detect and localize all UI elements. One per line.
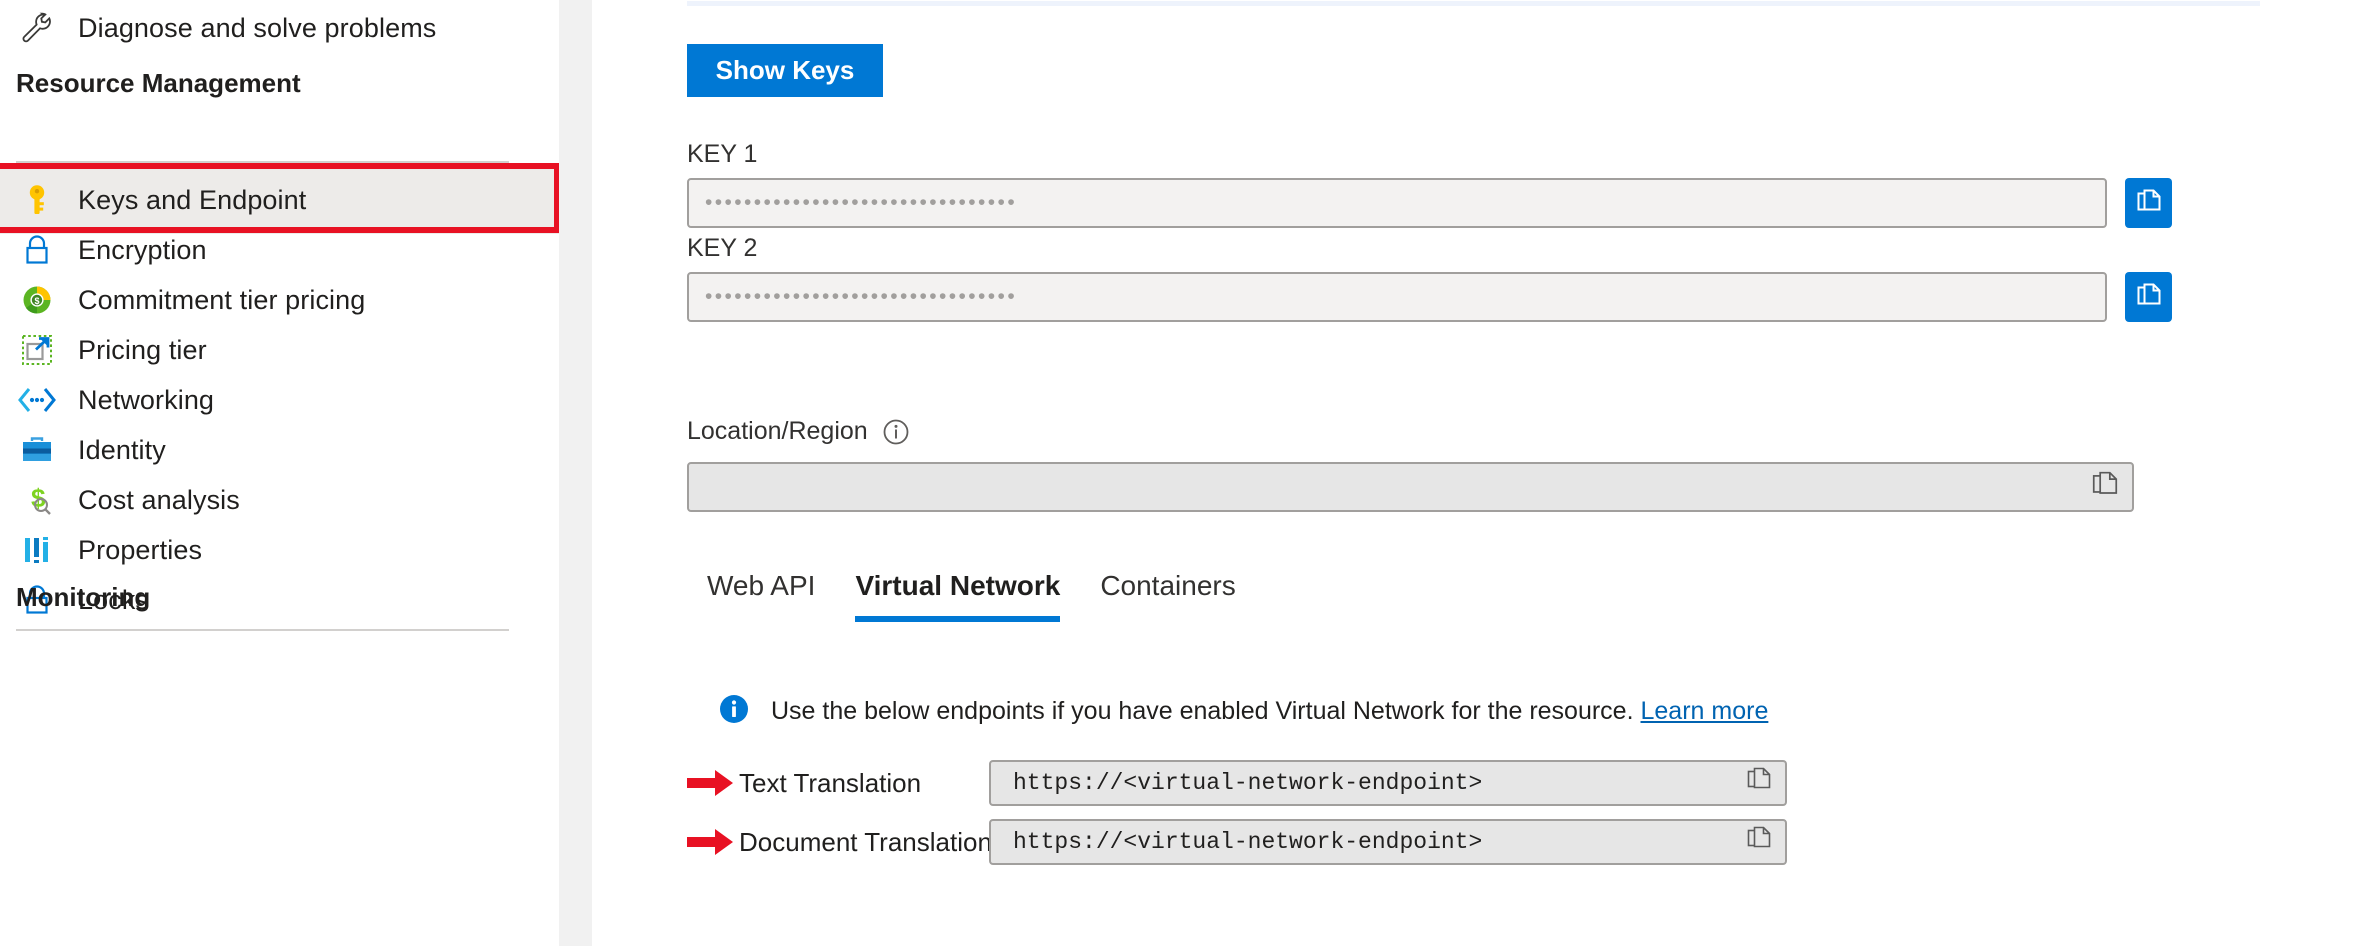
- sidebar-scrollbar-track[interactable]: [559, 0, 592, 946]
- sidebar-divider-bottom: [16, 629, 509, 631]
- location-region-label: Location/Region: [687, 417, 868, 446]
- sidebar-item-label: Identity: [78, 435, 166, 466]
- key1-input[interactable]: ••••••••••••••••••••••••••••••••: [687, 178, 2107, 228]
- sidebar-item-label: Networking: [78, 385, 214, 416]
- endpoint-value: https://<virtual-network-endpoint>: [1013, 770, 1482, 796]
- key1-copy-button[interactable]: [2125, 178, 2172, 228]
- keys-and-endpoint-panel: Show Keys KEY 1 ••••••••••••••••••••••••…: [592, 0, 2359, 946]
- networking-icon: [14, 386, 60, 414]
- sidebar-item-label: Commitment tier pricing: [78, 285, 365, 316]
- wrench-icon: [14, 10, 60, 46]
- document-translation-endpoint-input[interactable]: https://<virtual-network-endpoint>: [989, 819, 1787, 865]
- properties-icon: [14, 534, 60, 566]
- endpoint-tabs: Web API Virtual Network Containers: [687, 570, 1256, 622]
- show-keys-button[interactable]: Show Keys: [687, 44, 883, 97]
- sidebar-item-label: Cost analysis: [78, 485, 240, 516]
- pricing-tier-icon: [14, 333, 60, 367]
- sidebar-section-monitoring: Monitoring: [16, 582, 150, 613]
- svg-text:$: $: [31, 483, 46, 513]
- copy-icon[interactable]: [1745, 825, 1773, 860]
- tab-containers[interactable]: Containers: [1080, 570, 1255, 622]
- info-banner-text: Use the below endpoints if you have enab…: [771, 697, 1634, 725]
- identity-icon: [14, 435, 60, 465]
- endpoint-label: Document Translation: [739, 827, 989, 858]
- text-translation-endpoint-input[interactable]: https://<virtual-network-endpoint>: [989, 760, 1787, 806]
- location-region-label-row: Location/Region: [687, 417, 910, 446]
- cost-analysis-icon: $: [14, 483, 60, 517]
- tab-web-api[interactable]: Web API: [687, 570, 835, 622]
- svg-text:$: $: [34, 296, 39, 306]
- sidebar-item-label: Properties: [78, 535, 202, 566]
- endpoint-row-document-translation: Document Translation https://<virtual-ne…: [687, 819, 2359, 865]
- endpoint-label: Text Translation: [739, 768, 989, 799]
- location-region-input[interactable]: [687, 462, 2134, 512]
- learn-more-link[interactable]: Learn more: [1641, 697, 1769, 725]
- sidebar-item-label: Diagnose and solve problems: [78, 13, 436, 44]
- tab-virtual-network[interactable]: Virtual Network: [835, 570, 1080, 622]
- key1-label: KEY 1: [687, 140, 757, 169]
- virtual-network-info-banner: Use the below endpoints if you have enab…: [717, 692, 1768, 731]
- copy-icon: [2135, 282, 2163, 313]
- copy-icon[interactable]: [2090, 470, 2120, 505]
- copy-icon[interactable]: [1745, 766, 1773, 801]
- red-arrow-icon: [687, 826, 739, 858]
- key2-input[interactable]: ••••••••••••••••••••••••••••••••: [687, 272, 2107, 322]
- info-filled-icon: [717, 692, 751, 731]
- key2-copy-button[interactable]: [2125, 272, 2172, 322]
- info-banner-text-wrap: Use the below endpoints if you have enab…: [771, 697, 1768, 726]
- donut-dollar-icon: $: [14, 283, 60, 317]
- red-arrow-icon: [687, 767, 739, 799]
- sidebar-item-label: Keys and Endpoint: [78, 185, 306, 216]
- key2-label: KEY 2: [687, 234, 757, 263]
- sidebar-item-label: Encryption: [78, 235, 207, 266]
- left-nav-sidebar: Diagnose and solve problems Resource Man…: [0, 0, 560, 946]
- endpoint-value: https://<virtual-network-endpoint>: [1013, 829, 1482, 855]
- panel-top-divider: [687, 1, 2260, 6]
- sidebar-divider: [16, 161, 509, 163]
- sidebar-item-label: Pricing tier: [78, 335, 207, 366]
- endpoint-row-text-translation: Text Translation https://<virtual-networ…: [687, 760, 2359, 806]
- copy-icon: [2135, 188, 2163, 219]
- key-icon: [14, 183, 60, 217]
- lock-icon: [14, 233, 60, 267]
- sidebar-section-resource-management: Resource Management: [16, 68, 301, 99]
- info-circle-icon[interactable]: [882, 418, 910, 446]
- sidebar-item-diagnose-and-solve-problems[interactable]: Diagnose and solve problems: [0, 0, 560, 62]
